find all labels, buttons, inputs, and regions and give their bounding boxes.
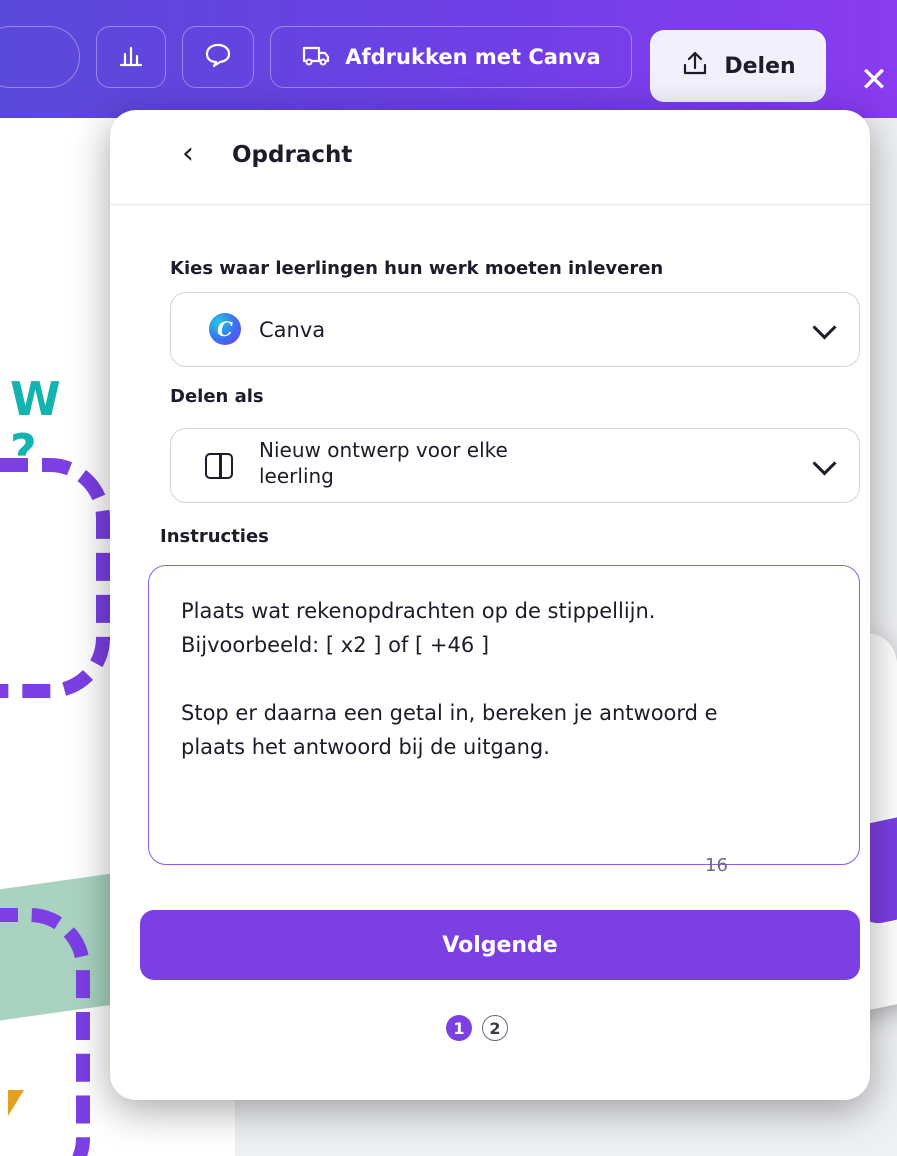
comment-icon: [203, 40, 233, 74]
submit-location-dropdown[interactable]: C Canva: [170, 292, 860, 367]
chevron-down-icon: [812, 315, 837, 340]
share-button[interactable]: Delen: [650, 30, 826, 102]
layout-icon: [205, 453, 233, 479]
panel-title: Opdracht: [232, 142, 353, 168]
step-2: 2: [482, 1015, 508, 1041]
mouse-cursor-icon: [8, 1090, 24, 1116]
close-icon[interactable]: ✕: [856, 60, 892, 100]
dashed-path-shape: [0, 458, 110, 698]
top-toolbar: Afdrukken met Canva Delen ✕: [0, 0, 897, 118]
dashed-path-shape-lower: [0, 908, 90, 1156]
share-as-label: Delen als: [170, 386, 264, 407]
back-arrow-icon[interactable]: ‹: [182, 136, 194, 171]
chevron-down-icon: [812, 451, 837, 476]
comments-button[interactable]: [182, 26, 254, 88]
step-indicator: 1 2: [446, 1015, 508, 1041]
instructions-textarea[interactable]: Plaats wat rekenopdrachten op de stippel…: [148, 565, 860, 865]
step-1: 1: [446, 1015, 472, 1041]
toolbar-round-button[interactable]: [0, 26, 80, 88]
print-button-label: Afdrukken met Canva: [345, 45, 601, 69]
app-screen: Afdrukken met Canva Delen ✕ W ? ‹ Opdrac…: [0, 0, 897, 1156]
insights-button[interactable]: [96, 26, 166, 88]
share-as-value: Nieuw ontwerp voor elke leerling: [259, 438, 508, 488]
submit-location-label: Kies waar leerlingen hun werk moeten inl…: [170, 258, 664, 279]
next-button[interactable]: Volgende: [140, 910, 860, 980]
canva-logo-icon: C: [209, 313, 241, 345]
truck-icon: [301, 40, 331, 75]
print-with-canva-button[interactable]: Afdrukken met Canva: [270, 26, 632, 88]
character-counter: 16: [705, 855, 728, 876]
share-button-label: Delen: [724, 53, 796, 79]
poll-icon: [116, 40, 146, 74]
design-title-line1: W: [10, 372, 61, 426]
share-as-dropdown[interactable]: Nieuw ontwerp voor elke leerling: [170, 428, 860, 503]
instructions-label: Instructies: [160, 526, 269, 547]
assignment-panel: ‹ Opdracht Kies waar leerlingen hun werk…: [110, 110, 870, 1100]
panel-header: ‹ Opdracht: [110, 110, 870, 205]
upload-icon: [680, 48, 710, 84]
submit-location-value: Canva: [259, 318, 326, 342]
